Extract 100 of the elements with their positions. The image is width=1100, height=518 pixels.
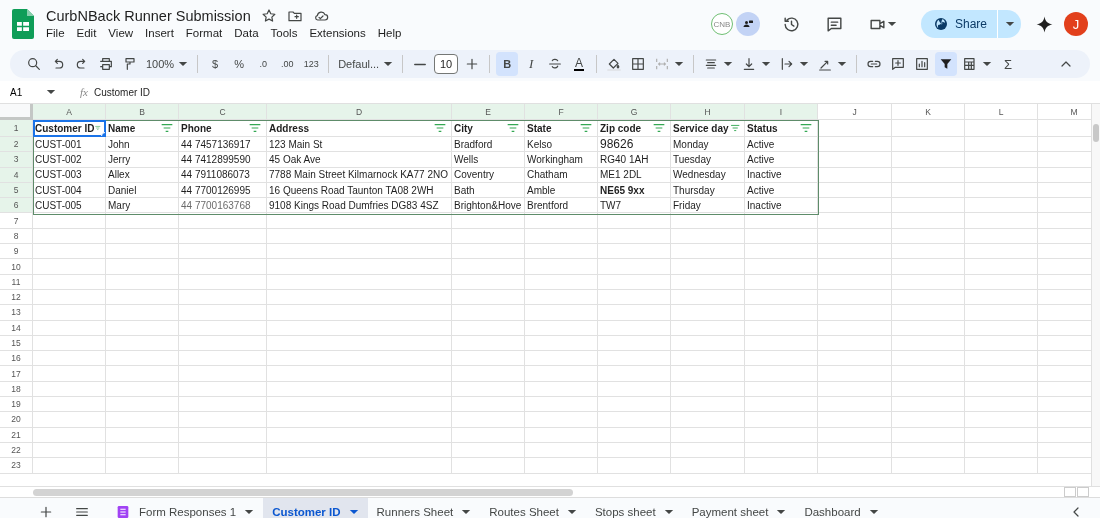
table-cell: 7788 Main Street Kilmarnock KA77 2NO bbox=[267, 167, 452, 183]
table-cell: Coventry bbox=[452, 167, 525, 183]
text-color-button[interactable]: A bbox=[568, 52, 591, 76]
sheet-tab[interactable]: Routes Sheet bbox=[480, 498, 586, 518]
row-header[interactable]: 21 bbox=[0, 427, 33, 443]
scrollbar-thumb[interactable] bbox=[33, 488, 573, 496]
sheet-tab[interactable]: Dashboard bbox=[795, 498, 888, 518]
table-cell: Monday bbox=[671, 137, 745, 153]
row-header[interactable]: 19 bbox=[0, 397, 33, 413]
column-header[interactable]: B bbox=[106, 104, 179, 120]
scrollbar-thumb[interactable] bbox=[1093, 124, 1099, 142]
chat-button[interactable] bbox=[735, 12, 760, 36]
row-header[interactable]: 22 bbox=[0, 442, 33, 459]
caret-icon bbox=[383, 61, 394, 67]
row-header[interactable]: 9 bbox=[0, 244, 33, 260]
menu-item[interactable]: File bbox=[46, 26, 71, 40]
row-header[interactable]: 3 bbox=[0, 152, 33, 168]
column-header[interactable]: L bbox=[965, 104, 1038, 120]
column-header[interactable]: G bbox=[598, 104, 671, 120]
font-dropdown[interactable]: Defaul... bbox=[335, 52, 397, 76]
row-header[interactable]: 10 bbox=[0, 259, 33, 275]
table-cell: Jerry bbox=[106, 152, 179, 168]
table-cell: Chatham bbox=[525, 167, 598, 183]
row-header[interactable]: 13 bbox=[0, 305, 33, 321]
minus-icon bbox=[414, 62, 427, 66]
column-header[interactable]: J bbox=[818, 104, 892, 120]
row-header[interactable]: 1 bbox=[0, 120, 33, 137]
table-cell: Inactive bbox=[745, 198, 818, 214]
caret-icon bbox=[761, 61, 772, 67]
sheet-tab[interactable]: Payment sheet bbox=[682, 498, 796, 518]
sheet-tab[interactable]: Stops sheet bbox=[585, 498, 683, 518]
column-header[interactable]: C bbox=[179, 104, 267, 120]
formula-field[interactable]: Customer ID bbox=[93, 86, 151, 98]
row-header[interactable]: 6 bbox=[0, 198, 33, 214]
column-header[interactable]: I bbox=[745, 104, 818, 120]
row-header[interactable]: 15 bbox=[0, 335, 33, 352]
row-header[interactable]: 18 bbox=[0, 381, 33, 398]
caret-icon bbox=[799, 61, 810, 67]
filter-button[interactable] bbox=[935, 52, 958, 76]
caret-icon bbox=[868, 509, 879, 515]
menu-item[interactable]: Data bbox=[234, 26, 265, 40]
sheet-tab[interactable]: Runners Sheet bbox=[367, 498, 481, 518]
menu-item[interactable]: View bbox=[108, 26, 140, 40]
column-header[interactable]: A bbox=[33, 104, 106, 120]
caret-icon bbox=[776, 509, 787, 515]
table-cell: 44 7700163768 bbox=[179, 198, 267, 214]
row-header[interactable]: 8 bbox=[0, 228, 33, 245]
table-cell: Wednesday bbox=[671, 167, 745, 183]
table-cell: Mary bbox=[106, 198, 179, 214]
number-format-button[interactable]: 123 bbox=[300, 52, 323, 76]
star-icon[interactable] bbox=[260, 8, 277, 24]
name-box[interactable]: A1 bbox=[0, 85, 68, 99]
menu-item[interactable]: Tools bbox=[270, 26, 304, 40]
column-header[interactable]: K bbox=[892, 104, 965, 120]
menu-item[interactable]: Format bbox=[185, 26, 229, 40]
table-cell: 44 7457136917 bbox=[179, 137, 267, 153]
row-header[interactable]: 23 bbox=[0, 458, 33, 474]
sheets-logo-icon[interactable] bbox=[12, 9, 34, 39]
zoom-dropdown[interactable]: 100% bbox=[143, 52, 192, 76]
bold-button[interactable]: B bbox=[496, 52, 519, 76]
caret-icon bbox=[566, 509, 577, 515]
row-header[interactable]: 16 bbox=[0, 351, 33, 367]
table-cell: ME1 2DL bbox=[598, 167, 671, 183]
decrease-decimal-button[interactable]: .0 bbox=[252, 52, 275, 76]
font-size-field[interactable]: 10 bbox=[434, 54, 459, 74]
menu-item[interactable]: Insert bbox=[145, 26, 180, 40]
table-cell: Daniel bbox=[106, 182, 179, 199]
paint-roller-icon bbox=[122, 56, 138, 72]
column-header[interactable]: H bbox=[671, 104, 745, 120]
italic-button[interactable]: I bbox=[520, 52, 543, 76]
row-header[interactable]: 17 bbox=[0, 366, 33, 382]
menu-item[interactable]: Help bbox=[377, 26, 408, 40]
sheet-tab[interactable]: Form Responses 1 bbox=[106, 498, 264, 518]
row-header[interactable]: 12 bbox=[0, 289, 33, 306]
sheet-tab[interactable]: Customer ID bbox=[263, 498, 368, 518]
increase-decimal-button[interactable]: .00 bbox=[276, 52, 299, 76]
account-avatar[interactable]: J bbox=[1064, 12, 1088, 36]
menu-item[interactable]: Extensions bbox=[309, 26, 372, 40]
menu-item[interactable]: Edit bbox=[76, 26, 103, 40]
sparkle-icon[interactable] bbox=[1035, 14, 1054, 34]
column-header[interactable]: F bbox=[525, 104, 598, 120]
row-header[interactable]: 14 bbox=[0, 320, 33, 336]
row-header[interactable]: 20 bbox=[0, 412, 33, 428]
functions-button[interactable]: Σ bbox=[997, 52, 1020, 76]
printer-icon bbox=[98, 56, 114, 72]
document-title[interactable]: CurbNBack Runner Submission bbox=[46, 8, 251, 24]
row-header[interactable]: 2 bbox=[0, 137, 33, 153]
currency-button[interactable]: $ bbox=[204, 52, 227, 76]
table-cell: Thursday bbox=[671, 182, 745, 199]
percent-button[interactable]: % bbox=[228, 52, 251, 76]
row-header[interactable]: 7 bbox=[0, 213, 33, 229]
collaborator-avatar[interactable]: CNB bbox=[710, 13, 733, 35]
folder-icon[interactable] bbox=[286, 8, 303, 24]
caret-icon bbox=[663, 509, 674, 515]
row-header[interactable]: 11 bbox=[0, 274, 33, 290]
table-cell: 123 Main St bbox=[267, 137, 452, 153]
column-header[interactable]: D bbox=[267, 104, 452, 120]
table-cell: 44 7412899590 bbox=[179, 152, 267, 168]
caret-icon bbox=[46, 89, 57, 95]
column-header[interactable]: E bbox=[452, 104, 525, 120]
